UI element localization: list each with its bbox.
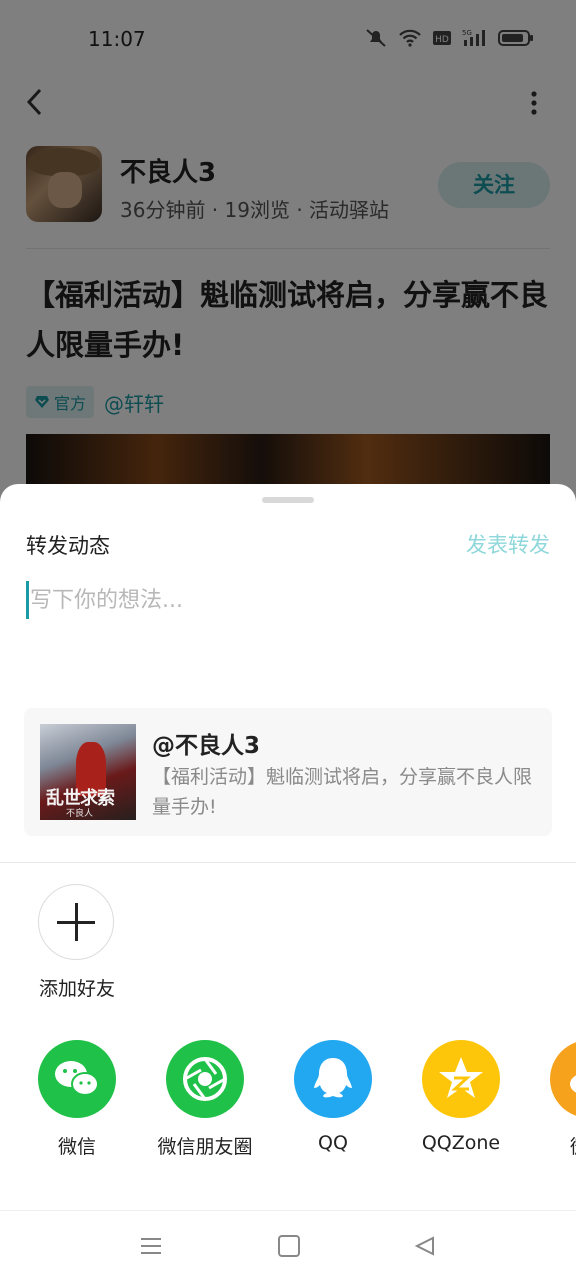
share-moments[interactable]: 微信朋友圈	[140, 1040, 270, 1159]
quoted-text: 【福利活动】魁临测试将启，分享赢不良人限量手办!	[152, 766, 533, 818]
add-friend-button[interactable]: 添加好友	[38, 884, 116, 1001]
thumbnail-subtitle: 不良人	[66, 809, 94, 819]
wechat-icon	[38, 1040, 116, 1118]
share-qzone[interactable]: QQZone	[396, 1040, 526, 1154]
share-wechat[interactable]: 微信	[12, 1040, 142, 1159]
share-label: 微信朋友圈	[157, 1136, 253, 1158]
share-qq[interactable]: QQ	[268, 1040, 398, 1154]
home-icon[interactable]	[278, 1235, 300, 1257]
repost-sheet: 转发动态 发表转发 乱世求索 不良人 @不良人3 【福利活动】魁临测试将启，分享…	[0, 484, 576, 1281]
plus-icon	[38, 884, 114, 960]
share-weibo[interactable]: 微博	[524, 1040, 576, 1159]
moments-icon	[166, 1040, 244, 1118]
menu-icon[interactable]	[141, 1237, 161, 1255]
add-friend-label: 添加好友	[38, 978, 115, 1000]
repost-comment-input[interactable]	[26, 580, 554, 620]
share-label: 微信	[57, 1136, 96, 1158]
sheet-grabber[interactable]	[262, 497, 314, 503]
system-nav-bar	[0, 1210, 576, 1281]
weibo-icon	[550, 1040, 576, 1118]
back-triangle-icon[interactable]	[414, 1235, 436, 1257]
share-label: 微博	[524, 1132, 576, 1159]
qq-icon	[294, 1040, 372, 1118]
sheet-title: 转发动态	[26, 534, 110, 558]
quoted-author: @不良人3	[152, 733, 261, 759]
quoted-post-thumbnail: 乱世求索 不良人	[40, 724, 136, 820]
divider	[0, 862, 576, 863]
share-label: QQZone	[421, 1132, 501, 1154]
share-targets: 微信 微信朋友圈 QQ QQZone 微博	[0, 1040, 576, 1170]
quoted-post-card[interactable]: 乱世求索 不良人 @不良人3 【福利活动】魁临测试将启，分享赢不良人限量手办!	[24, 708, 552, 836]
share-label: QQ	[318, 1132, 348, 1154]
qzone-icon	[422, 1040, 500, 1118]
publish-repost-button[interactable]: 发表转发	[466, 529, 550, 559]
